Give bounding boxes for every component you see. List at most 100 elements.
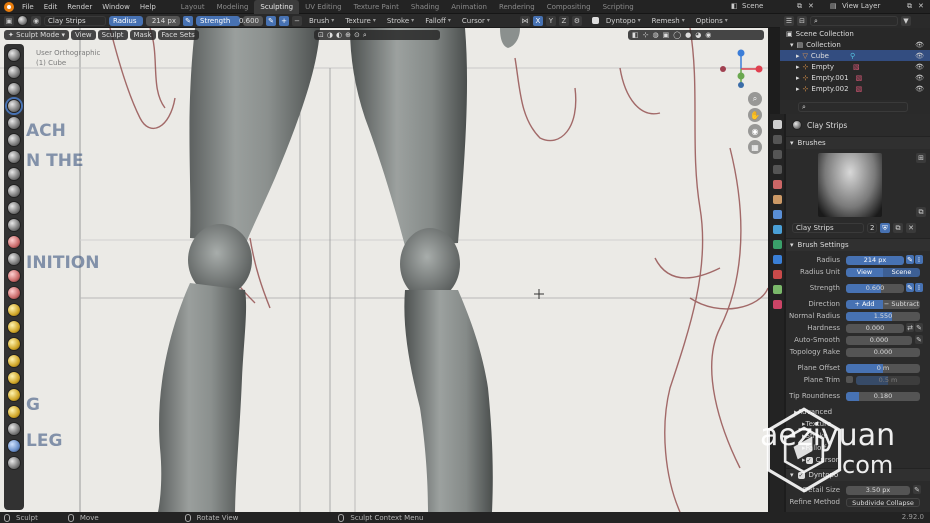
tool-tab-icon[interactable] xyxy=(772,120,782,129)
physics-tab-icon[interactable] xyxy=(772,255,782,264)
outliner-row-cube[interactable]: ▸ ▽ Cube ⚲ 👁 xyxy=(780,50,930,61)
outliner-display-mode-icon[interactable]: ⊟ xyxy=(797,16,807,26)
gizmo-y-axis[interactable] xyxy=(737,72,745,80)
viewport-search-icon[interactable]: ⌕ xyxy=(363,30,367,40)
solid-shading-icon[interactable]: ● xyxy=(685,30,691,40)
auto-smooth-pressure-icon[interactable]: ✎ xyxy=(915,335,923,344)
flatten-brush-icon[interactable] xyxy=(7,218,21,232)
menu-window[interactable]: Window xyxy=(97,3,135,11)
radius-unit-scene-button[interactable]: Scene xyxy=(883,267,920,277)
new-view-layer-icon[interactable]: ⧉ xyxy=(907,2,912,11)
workspace-tab-compositing[interactable]: Compositing xyxy=(541,0,597,14)
workspace-tab-shading[interactable]: Shading xyxy=(405,0,445,14)
normal-radius-field[interactable]: 1.550 xyxy=(846,311,920,321)
texture-tab-icon[interactable] xyxy=(772,300,782,309)
xray-icon[interactable]: ▣ xyxy=(663,30,670,40)
scene-name[interactable]: Scene xyxy=(742,2,763,10)
outliner-scene-collection[interactable]: ▣ Scene Collection xyxy=(780,28,930,39)
remesh-menu[interactable]: Remesh xyxy=(648,17,689,25)
blender-logo-icon[interactable] xyxy=(4,1,14,12)
brush-users-count[interactable]: 2 xyxy=(867,223,877,233)
collapse-arrow-icon[interactable]: ▾ xyxy=(790,139,794,147)
menu-help[interactable]: Help xyxy=(135,3,161,11)
pan-hand-icon[interactable]: ✋ xyxy=(748,108,762,122)
brush-menu[interactable]: Brush xyxy=(305,17,338,25)
proportional-icon[interactable]: ⊙ xyxy=(354,30,360,40)
elastic-deform-brush-icon[interactable] xyxy=(7,320,21,334)
3d-viewport[interactable]: ACH N THE INITION G LEG xyxy=(0,28,768,512)
strength-pressure-icon[interactable]: ✎ xyxy=(266,15,276,26)
brush-thumbnail[interactable] xyxy=(818,153,882,217)
fill-brush-icon[interactable] xyxy=(7,235,21,249)
thumb-brush-icon[interactable] xyxy=(7,354,21,368)
workspace-tab-texture-paint[interactable]: Texture Paint xyxy=(348,0,405,14)
clay-strips-brush-icon[interactable] xyxy=(7,99,21,113)
strength-pressure-curve-icon[interactable]: ⁞ xyxy=(915,283,923,292)
symmetry-x-toggle[interactable]: X xyxy=(532,15,543,26)
workspace-tab-sculpting[interactable]: Sculpting xyxy=(254,0,300,14)
pinch-brush-icon[interactable] xyxy=(7,286,21,300)
clay-thumb-brush-icon[interactable] xyxy=(7,116,21,130)
plane-trim-checkbox[interactable] xyxy=(846,376,853,383)
collapse-arrow-icon[interactable]: ▾ xyxy=(790,241,794,249)
world-tab-icon[interactable] xyxy=(772,195,782,204)
camera-view-icon[interactable]: ◉ xyxy=(748,124,762,138)
brush-datablock-name[interactable]: Clay Strips xyxy=(792,223,864,233)
brush-preview-menu-icon[interactable]: ⊞ xyxy=(916,153,926,163)
plane-offset-field[interactable]: 0 m xyxy=(846,363,920,373)
visibility-eye-icon[interactable]: 👁 xyxy=(915,41,924,49)
hardness-pressure-icon[interactable]: ✎ xyxy=(915,323,923,332)
outliner-row-empty-001[interactable]: ▸ ⊹ Empty.001 ▧ 👁 xyxy=(780,72,930,83)
editor-type-icon[interactable]: ▣ xyxy=(4,15,14,26)
render-tab-icon[interactable] xyxy=(772,135,782,144)
visibility-eye-icon[interactable]: 👁 xyxy=(915,85,924,93)
direction-add-option[interactable]: + Add xyxy=(846,299,883,309)
texture-menu[interactable]: Texture xyxy=(341,17,380,25)
workspace-tab-rendering[interactable]: Rendering xyxy=(493,0,541,14)
delete-view-layer-icon[interactable]: ✕ xyxy=(918,2,924,10)
view-layer-tab-icon[interactable] xyxy=(772,165,782,174)
cursor-menu[interactable]: Cursor xyxy=(458,17,494,25)
direction-add-button[interactable]: + xyxy=(279,15,289,26)
gizmo-z-axis[interactable] xyxy=(737,49,745,57)
brush-fake-user-icon[interactable]: ⧉ xyxy=(916,207,926,217)
workspace-tab-modeling[interactable]: Modeling xyxy=(211,0,255,14)
particles-tab-icon[interactable] xyxy=(772,240,782,249)
symmetry-y-toggle[interactable]: Y xyxy=(545,15,556,26)
menu-render[interactable]: Render xyxy=(62,3,97,11)
outliner-filter-icon[interactable]: ▼ xyxy=(901,16,911,26)
options-menu[interactable]: Options xyxy=(692,17,732,25)
plane-trim-field[interactable]: 0.5 m xyxy=(856,375,920,385)
scene-tab-icon[interactable] xyxy=(772,180,782,189)
ortho-grid-icon[interactable]: ▦ xyxy=(748,140,762,154)
outliner-row-collection[interactable]: ▾ ▤ Collection 👁 xyxy=(780,39,930,50)
radius-pressure-toggle-icon[interactable]: ✎ xyxy=(906,255,914,264)
material-tab-icon[interactable] xyxy=(772,270,782,279)
radius-pressure-icon[interactable]: ✎ xyxy=(183,15,193,26)
boundary-brush-icon[interactable] xyxy=(7,439,21,453)
fake-user-shield-icon[interactable]: ⛨ xyxy=(880,223,890,233)
visibility-eye-icon[interactable]: 👁 xyxy=(915,63,924,71)
brush-preview-icon[interactable] xyxy=(17,15,28,26)
inflate-brush-icon[interactable] xyxy=(7,150,21,164)
hardness-invert-icon[interactable]: ⇄ xyxy=(906,323,914,332)
workspace-tab-layout[interactable]: Layout xyxy=(175,0,211,14)
transform-pivot-icon[interactable]: ⊡ xyxy=(318,30,324,40)
workspace-tab-animation[interactable]: Animation xyxy=(445,0,493,14)
visibility-eye-icon[interactable]: 👁 xyxy=(915,52,924,60)
overlay-icon[interactable]: ◐ xyxy=(336,30,342,40)
strength-field[interactable]: 0.600 xyxy=(239,15,263,26)
navigation-gizmo[interactable] xyxy=(718,46,764,92)
cloth-brush-icon[interactable] xyxy=(7,456,21,470)
expand-arrow-icon[interactable]: ▸ xyxy=(796,52,800,60)
data-tab-icon[interactable] xyxy=(772,285,782,294)
properties-search-field[interactable]: ⌕ xyxy=(798,102,908,112)
output-tab-icon[interactable] xyxy=(772,150,782,159)
view-layer-name[interactable]: View Layer xyxy=(842,2,880,10)
tip-roundness-field[interactable]: 0.180 xyxy=(846,391,920,401)
modifier-tab-icon[interactable] xyxy=(772,225,782,234)
visibility-icon[interactable]: ◧ xyxy=(632,30,639,40)
radius-unit-view-button[interactable]: View xyxy=(846,267,883,277)
unlink-brush-icon[interactable]: ✕ xyxy=(906,223,916,233)
dyntopo-checkbox[interactable] xyxy=(591,17,599,24)
